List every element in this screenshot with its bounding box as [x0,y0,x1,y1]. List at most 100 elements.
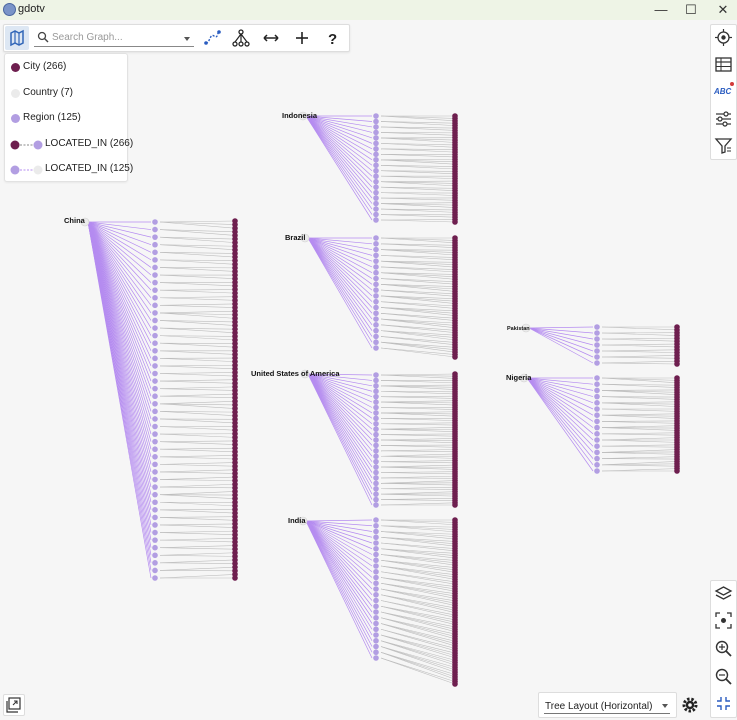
region-node[interactable] [373,426,379,432]
region-node[interactable] [373,372,379,378]
region-node[interactable] [373,184,379,190]
region-node[interactable] [152,560,158,566]
region-node[interactable] [373,534,379,541]
region-node[interactable] [594,449,600,456]
region-node[interactable] [152,347,158,354]
region-node[interactable] [373,603,379,610]
region-node[interactable] [152,302,158,309]
region-node[interactable] [373,557,379,564]
region-node[interactable] [373,464,379,470]
region-node[interactable] [594,431,600,437]
region-node[interactable] [594,393,600,400]
region-node[interactable] [594,437,600,443]
region-node[interactable] [373,252,379,259]
region-node[interactable] [594,330,600,336]
region-node[interactable] [373,293,379,299]
region-node[interactable] [373,129,379,136]
region-node[interactable] [594,462,600,468]
region-node[interactable] [152,363,158,369]
region-node[interactable] [152,264,158,271]
region-node[interactable] [373,591,379,598]
region-node[interactable] [373,502,379,508]
help-icon[interactable]: ? [322,27,344,49]
region-node[interactable] [373,399,379,405]
region-node[interactable] [594,443,600,450]
city-node[interactable] [452,219,458,225]
region-node[interactable] [152,332,158,339]
region-node[interactable] [152,272,158,278]
region-node[interactable] [373,388,379,395]
region-node[interactable] [152,454,158,460]
region-node[interactable] [373,580,379,587]
region-node[interactable] [373,206,379,212]
region-node[interactable] [594,375,600,381]
region-node[interactable] [152,476,158,483]
region-node[interactable] [373,345,379,351]
region-node[interactable] [594,412,600,419]
region-node[interactable] [373,574,379,581]
region-node[interactable] [373,178,379,185]
region-node[interactable] [373,240,379,247]
maximize-button[interactable]: ☐ [676,0,706,20]
region-node[interactable] [594,381,600,388]
hierarchy-icon[interactable] [230,27,252,49]
layout-select[interactable]: Tree Layout (Horizontal) [538,692,677,718]
region-node[interactable] [373,162,379,169]
region-node[interactable] [152,522,158,528]
region-node[interactable] [152,469,158,475]
region-node[interactable] [373,146,379,152]
region-node[interactable] [152,567,158,574]
map-view-button[interactable] [5,26,29,50]
region-node[interactable] [152,575,158,581]
region-node[interactable] [594,424,600,431]
zoom-in-icon[interactable] [713,638,734,659]
region-node[interactable] [594,336,600,342]
region-node[interactable] [152,219,158,225]
text-labels-icon[interactable]: ABC [714,87,731,96]
region-node[interactable] [373,281,379,288]
region-node[interactable] [152,279,158,286]
region-node[interactable] [152,552,158,559]
region-node[interactable] [373,563,379,569]
region-node[interactable] [373,393,379,400]
region-node[interactable] [373,649,379,656]
minimize-button[interactable]: — [646,0,676,20]
region-node[interactable] [373,437,379,443]
region-node[interactable] [373,298,379,305]
region-node[interactable] [373,609,379,615]
region-node[interactable] [373,404,379,411]
region-node[interactable] [373,480,379,487]
region-node[interactable] [373,415,379,422]
close-button[interactable]: ✕ [708,0,737,20]
region-node[interactable] [373,124,379,130]
region-node[interactable] [373,167,379,174]
region-node[interactable] [373,626,379,633]
region-node[interactable] [594,387,600,394]
region-node[interactable] [373,420,379,427]
city-node[interactable] [674,468,680,474]
region-node[interactable] [594,354,600,360]
region-node[interactable] [594,418,600,425]
region-node[interactable] [152,370,158,377]
region-node[interactable] [594,360,600,366]
region-node[interactable] [373,327,379,334]
region-node[interactable] [152,393,158,400]
locate-icon[interactable] [713,27,734,48]
city-node[interactable] [452,681,458,687]
region-node[interactable] [373,496,379,503]
region-node[interactable] [373,211,379,218]
gear-icon[interactable] [679,694,701,716]
focus-icon[interactable] [713,610,734,631]
region-node[interactable] [373,195,379,201]
region-node[interactable] [152,507,158,513]
region-node[interactable] [152,491,158,498]
export-button[interactable] [3,694,25,716]
region-node[interactable] [373,410,379,416]
region-node[interactable] [373,173,379,180]
city-node[interactable] [232,575,238,581]
region-node[interactable] [152,408,158,415]
region-node[interactable] [373,614,379,621]
region-node[interactable] [373,287,379,293]
region-node[interactable] [373,377,379,384]
region-node[interactable] [152,294,158,301]
